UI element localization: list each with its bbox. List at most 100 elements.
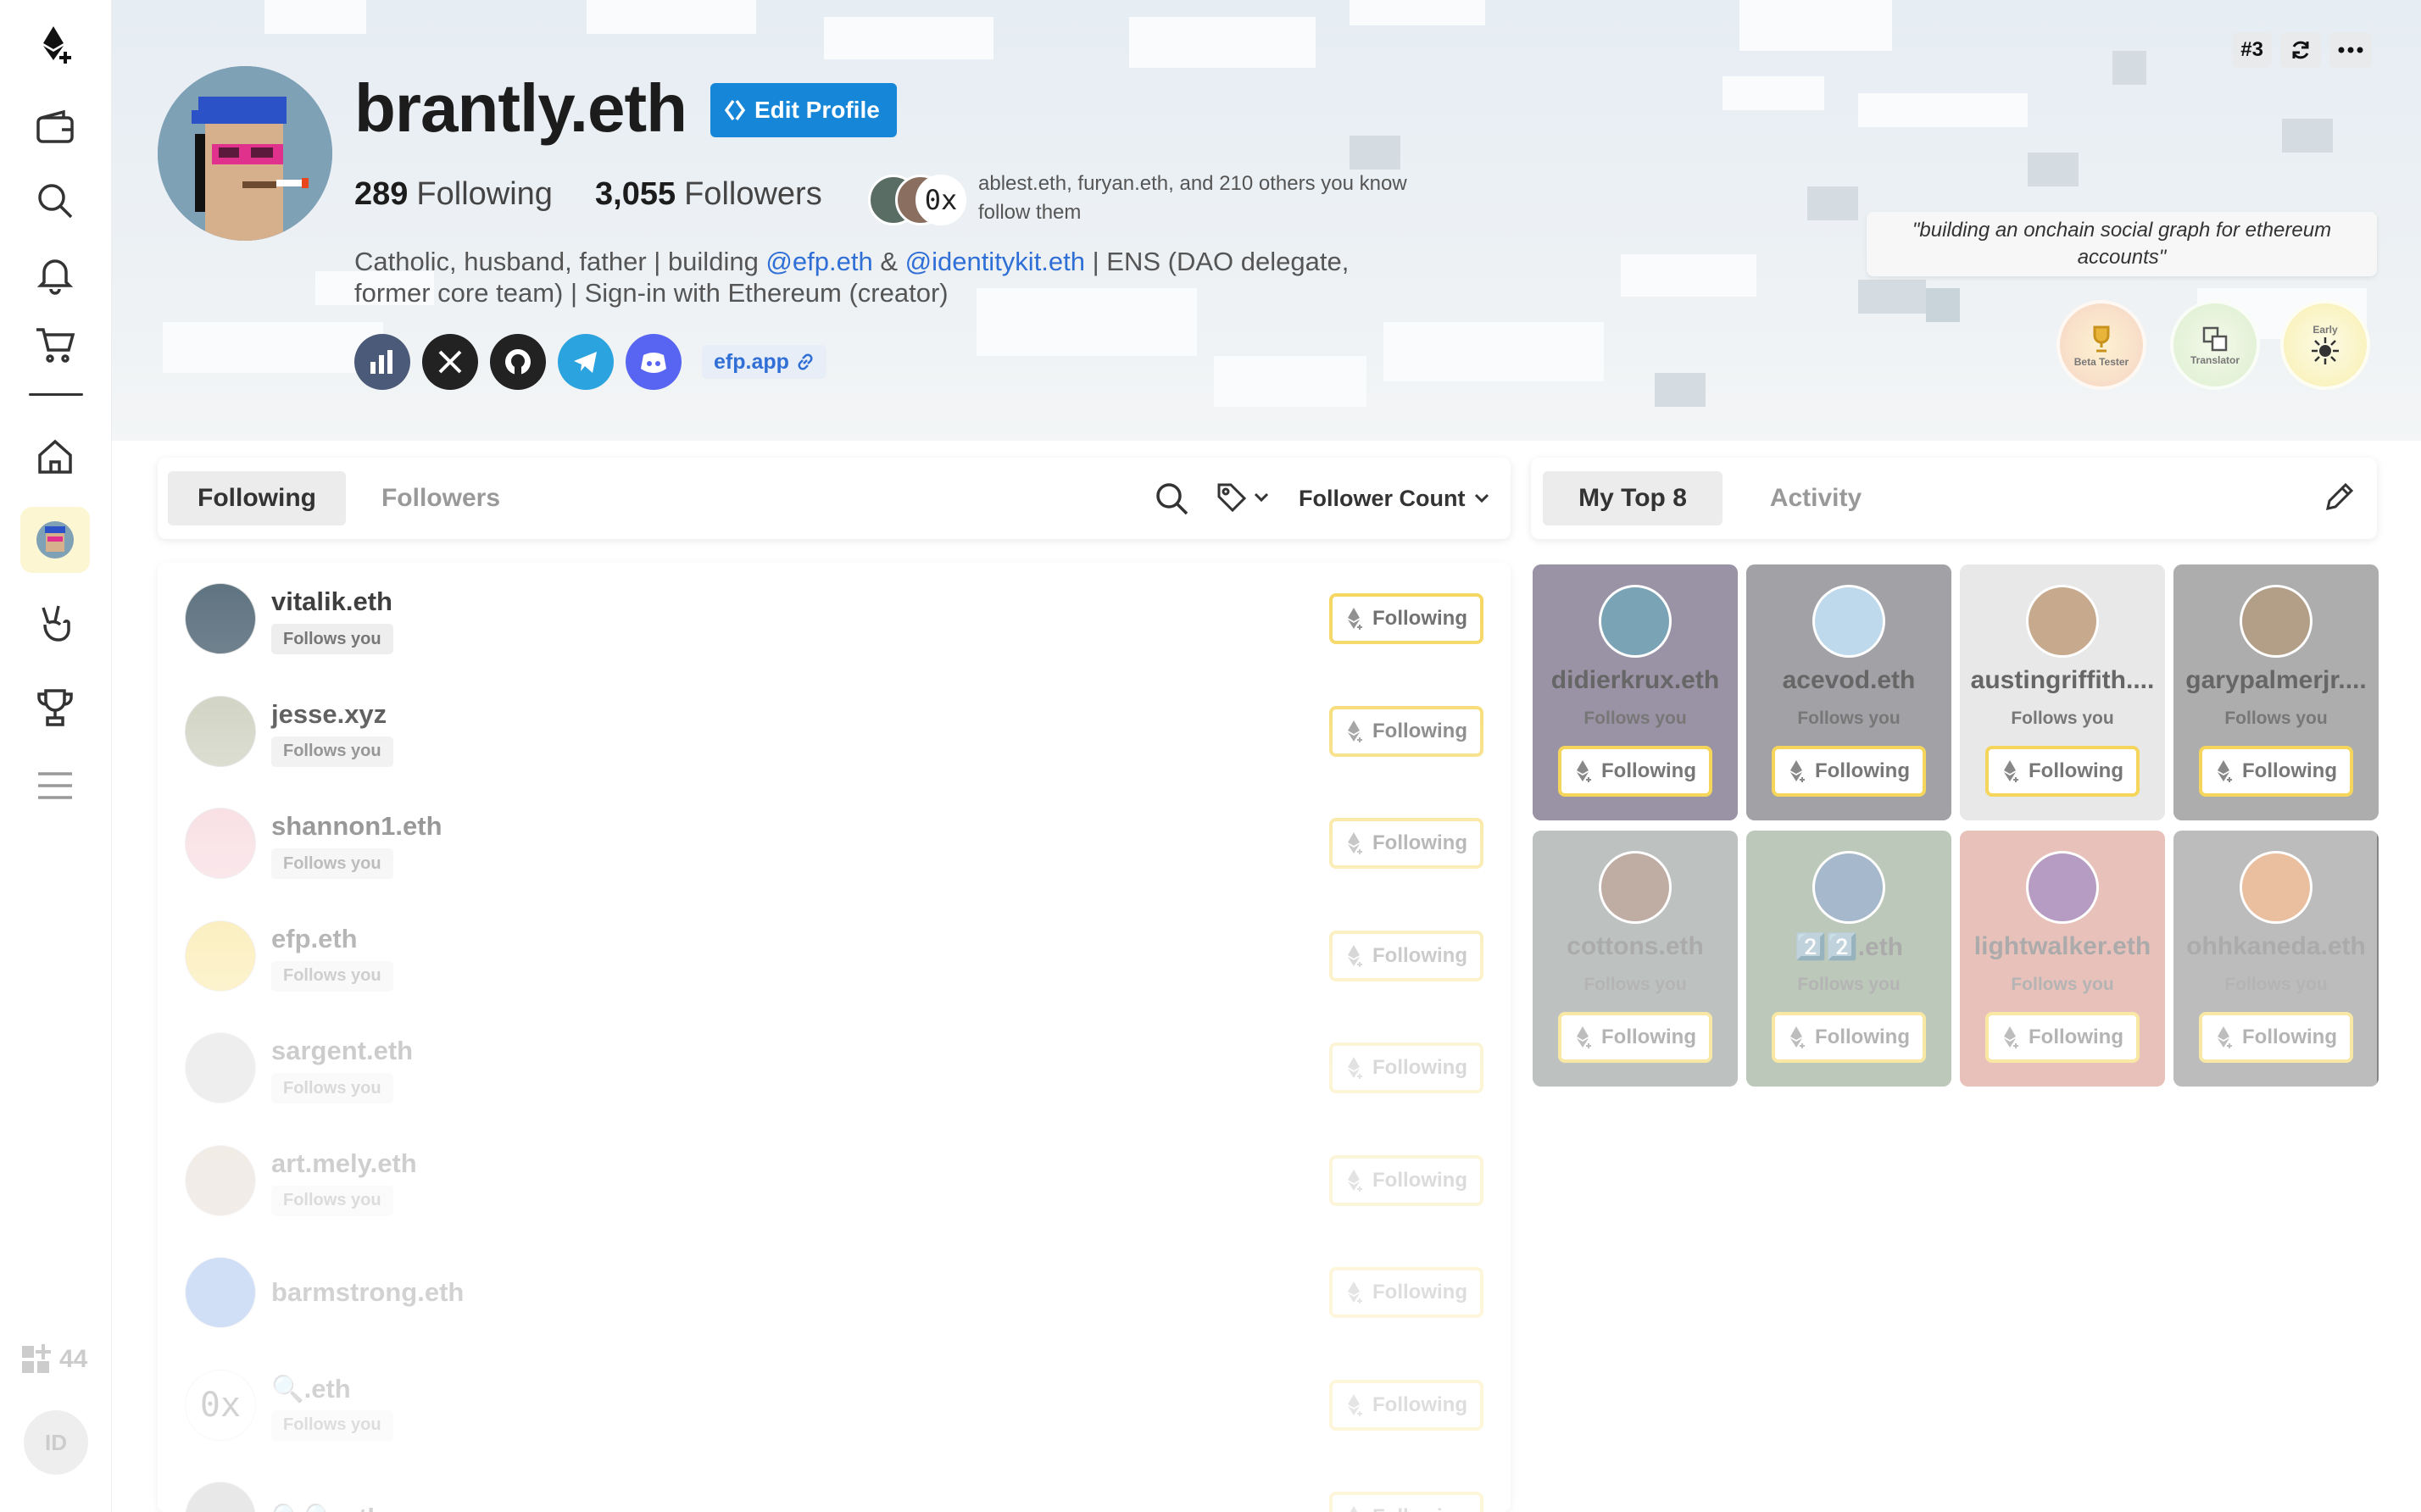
avatar[interactable] [1599, 585, 1672, 658]
top8-card-name[interactable]: didierkrux.eth [1533, 666, 1738, 695]
following-button[interactable]: Following [1558, 1012, 1712, 1063]
list-item-name[interactable]: sargent.eth [271, 1036, 413, 1066]
avatar[interactable] [2026, 851, 2099, 924]
list-item[interactable]: 🔍🔍.eth Following [158, 1461, 1511, 1512]
peace-hand-icon[interactable] [20, 590, 90, 656]
search-icon[interactable] [20, 168, 90, 234]
list-item[interactable]: barmstrong.eth Following [158, 1237, 1511, 1348]
refresh-icon[interactable] [2280, 32, 2321, 68]
trophy-icon[interactable] [20, 675, 90, 741]
github-icon[interactable] [490, 334, 546, 390]
edit-pencil-icon[interactable] [2323, 480, 2357, 518]
avatar[interactable] [185, 808, 256, 879]
more-options-icon[interactable] [2329, 32, 2372, 68]
followers-stat[interactable]: 3,055 Followers [595, 176, 822, 213]
tab-following[interactable]: Following [168, 471, 346, 525]
avatar[interactable] [185, 695, 256, 767]
avatar[interactable] [185, 1144, 256, 1216]
website-link[interactable]: efp.app [702, 345, 826, 379]
following-button[interactable]: Following [1772, 746, 1926, 797]
top8-card-name[interactable]: 2️⃣2️⃣.eth [1746, 932, 1951, 962]
following-button[interactable]: Following [2199, 1012, 2353, 1063]
top8-card-name[interactable]: cottons.eth [1533, 932, 1738, 961]
tab-my-top-8[interactable]: My Top 8 [1543, 471, 1723, 525]
avatar[interactable] [185, 920, 256, 992]
top8-card[interactable]: lightwalker.eth Follows you Following [1960, 831, 2165, 1087]
following-button[interactable]: Following [1329, 705, 1483, 757]
tab-activity[interactable]: Activity [1731, 471, 1901, 525]
telegram-icon[interactable] [558, 334, 614, 390]
badge-beta-tester[interactable]: Beta Tester [2056, 300, 2146, 390]
list-item[interactable]: efp.eth Follows you Following [158, 900, 1511, 1012]
top8-card[interactable]: austingriffith.... Follows you Following [1960, 564, 2165, 820]
mutual-followers-text[interactable]: ablest.eth, furyan.eth, and 210 others y… [978, 170, 1453, 227]
following-button[interactable]: Following [1329, 1154, 1483, 1206]
list-item[interactable]: vitalik.eth Follows you Following [158, 563, 1511, 675]
bio-link-efp[interactable]: @efp.eth [765, 247, 872, 276]
following-button[interactable]: Following [1329, 1379, 1483, 1431]
top8-card[interactable]: 2️⃣2️⃣.eth Follows you Following [1746, 831, 1951, 1087]
following-button[interactable]: Following [1329, 930, 1483, 981]
list-item-name[interactable]: efp.eth [271, 924, 358, 954]
sort-dropdown[interactable]: Follower Count [1299, 480, 1490, 517]
top8-card[interactable]: garypalmerjr.... Follows you Following [2173, 564, 2379, 820]
badge-translator[interactable]: Translator [2170, 300, 2260, 390]
list-item-name[interactable]: jesse.xyz [271, 699, 387, 730]
edit-profile-button[interactable]: Edit Profile [710, 83, 897, 137]
tab-followers[interactable]: Followers [349, 471, 532, 525]
menu-icon[interactable] [20, 753, 90, 819]
top8-card-name[interactable]: acevod.eth [1746, 666, 1951, 695]
discord-icon[interactable] [626, 334, 682, 390]
sidebar-counter[interactable]: 44 [20, 1342, 87, 1376]
following-button[interactable]: Following [2199, 746, 2353, 797]
list-item-name[interactable]: shannon1.eth [271, 811, 442, 842]
badge-early[interactable]: Early [2280, 300, 2370, 390]
avatar[interactable] [185, 583, 256, 654]
top8-card-name[interactable]: austingriffith.... [1960, 666, 2165, 695]
list-item-name[interactable]: art.mely.eth [271, 1148, 417, 1179]
list-item[interactable]: jesse.xyz Follows you Following [158, 675, 1511, 787]
avatar[interactable] [185, 1257, 256, 1328]
following-button[interactable]: Following [1329, 818, 1483, 869]
avatar[interactable] [185, 1032, 256, 1103]
following-stat[interactable]: 289 Following [354, 176, 553, 213]
top8-card[interactable]: cottons.eth Follows you Following [1533, 831, 1738, 1087]
rank-badge[interactable]: #3 [2232, 32, 2272, 68]
bell-icon[interactable] [20, 241, 90, 307]
avatar[interactable] [1812, 585, 1885, 658]
mutual-avatar[interactable]: 0x [916, 175, 966, 225]
avatar[interactable] [1812, 851, 1885, 924]
following-button[interactable]: Following [1329, 1492, 1483, 1512]
list-item[interactable]: art.mely.eth Follows you Following [158, 1125, 1511, 1237]
following-button[interactable]: Following [1772, 1012, 1926, 1063]
following-button[interactable]: Following [1329, 1042, 1483, 1093]
following-button[interactable]: Following [1329, 593, 1483, 644]
list-item[interactable]: shannon1.eth Follows you Following [158, 787, 1511, 899]
top8-card[interactable]: ohhkaneda.eth Follows you Following [2173, 831, 2379, 1087]
list-item-name[interactable]: 🔍.eth [271, 1373, 351, 1404]
top8-card-name[interactable]: garypalmerjr.... [2173, 666, 2379, 695]
following-button[interactable]: Following [1329, 1267, 1483, 1318]
list-item-name[interactable]: vitalik.eth [271, 586, 392, 617]
x-twitter-icon[interactable] [422, 334, 478, 390]
list-search-icon[interactable] [1153, 480, 1190, 521]
following-button[interactable]: Following [1558, 746, 1712, 797]
top8-card-name[interactable]: lightwalker.eth [1960, 932, 2165, 961]
bio-link-identitykit[interactable]: @identitykit.eth [905, 247, 1085, 276]
avatar[interactable] [2240, 851, 2312, 924]
avatar[interactable] [1599, 851, 1672, 924]
avatar[interactable] [185, 1481, 256, 1512]
top8-card[interactable]: acevod.eth Follows you Following [1746, 564, 1951, 820]
efp-logo-icon[interactable] [20, 12, 90, 78]
cart-icon[interactable] [20, 312, 90, 378]
top8-card[interactable]: didierkrux.eth Follows you Following [1533, 564, 1738, 820]
top8-card-name[interactable]: ohhkaneda.eth [2173, 932, 2379, 961]
following-button[interactable]: Following [1985, 746, 2140, 797]
avatar[interactable] [2240, 585, 2312, 658]
home-icon[interactable] [20, 424, 90, 490]
wallet-icon[interactable] [20, 95, 90, 161]
following-button[interactable]: Following [1985, 1012, 2140, 1063]
profile-avatar[interactable] [20, 507, 90, 573]
list-item-name[interactable]: 🔍🔍.eth [271, 1502, 383, 1512]
tag-filter-button[interactable] [1216, 481, 1270, 514]
